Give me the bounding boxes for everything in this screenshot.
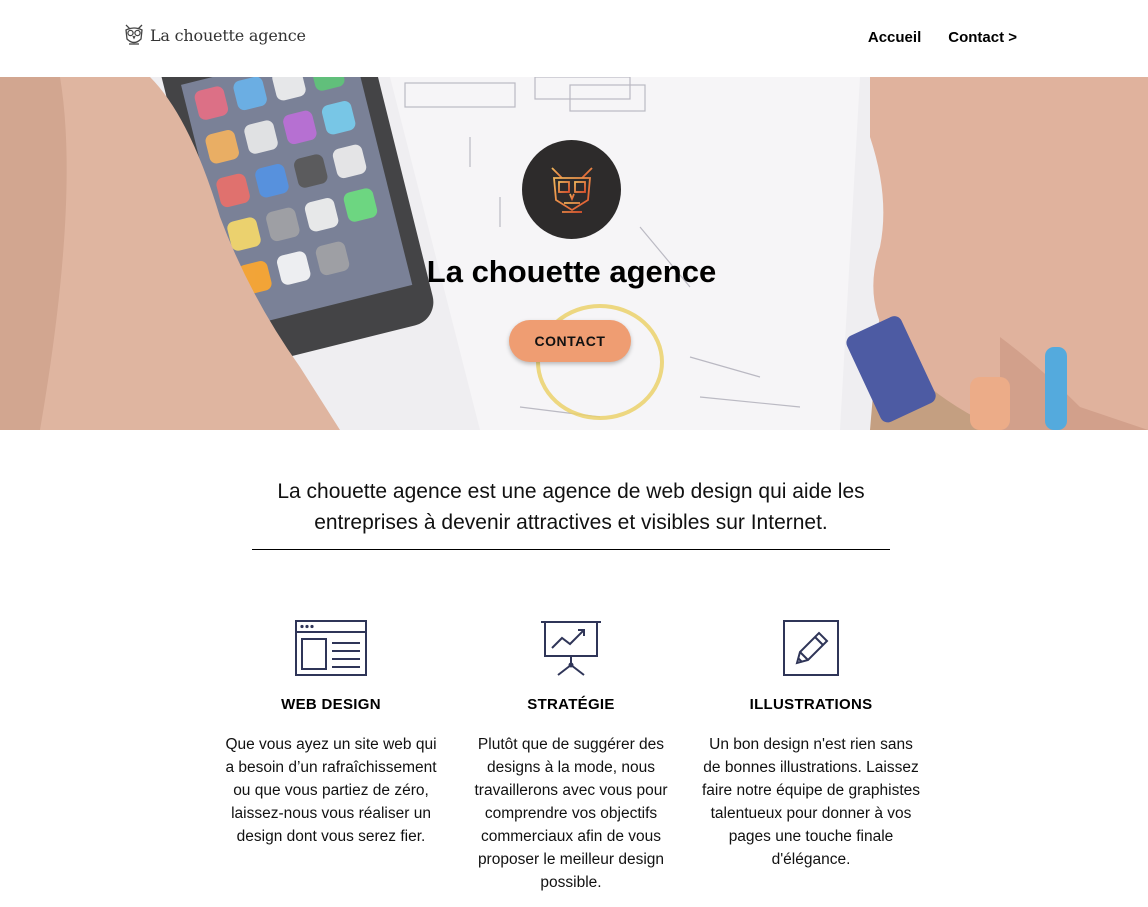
service-strategie: STRATÉGIE Plutôt que de suggérer des des… <box>461 619 681 894</box>
service-title: STRATÉGIE <box>527 696 615 713</box>
service-description: Plutôt que de suggérer des designs à la … <box>474 736 668 891</box>
contact-cta-button[interactable]: CONTACT <box>509 320 631 362</box>
service-web-design: WEB DESIGN Que vous ayez un site web qui… <box>221 619 441 848</box>
service-title: WEB DESIGN <box>281 696 381 713</box>
owl-logo-icon <box>125 24 143 45</box>
service-description: Un bon design n'est rien sans de bonnes … <box>701 736 920 868</box>
browser-window-icon <box>295 620 367 676</box>
nav-link-accueil[interactable]: Accueil <box>868 29 921 46</box>
site-logo[interactable]: La chouette agence <box>122 22 306 48</box>
logo-text: La chouette agence <box>150 25 306 45</box>
service-illustrations: ILLUSTRATIONS Un bon design n'est rien s… <box>701 619 921 871</box>
intro-text: La chouette agence est une agence de web… <box>252 476 890 550</box>
hero-banner: La chouette agence CONTACT <box>0 77 1148 430</box>
service-title: ILLUSTRATIONS <box>749 696 873 713</box>
hero-logo-badge <box>522 140 621 239</box>
service-description: Que vous ayez un site web qui a besoin d… <box>225 736 437 845</box>
presentation-chart-icon <box>541 621 601 676</box>
site-header: La chouette agence Accueil Contact > <box>0 0 1148 77</box>
owl-emblem-icon <box>550 166 593 213</box>
nav-link-contact[interactable]: Contact > <box>948 29 1017 46</box>
pencil-square-icon <box>783 620 839 676</box>
main-nav: Accueil Contact > <box>868 29 1017 46</box>
hero-title: La chouette agence <box>426 254 717 289</box>
